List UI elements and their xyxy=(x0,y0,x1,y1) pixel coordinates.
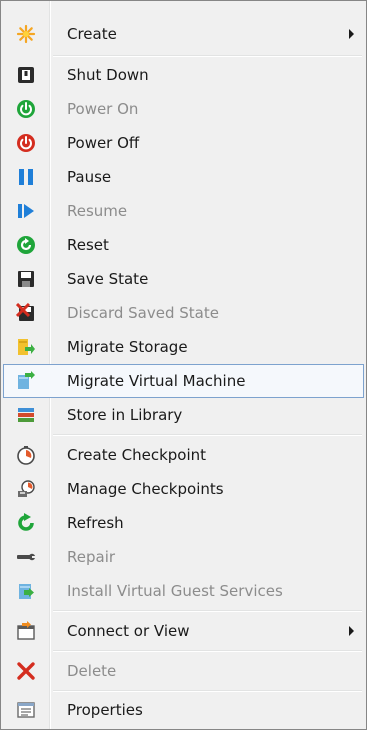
menu-item-label: Delete xyxy=(67,662,117,680)
create-icon xyxy=(16,24,36,44)
install-guest-services-icon xyxy=(16,581,36,601)
menu-item-migrate-virtual-machine[interactable]: Migrate Virtual Machine xyxy=(3,364,364,398)
separator-highlight xyxy=(53,691,362,692)
submenu-arrow-icon xyxy=(349,626,354,636)
menu-item-save-state[interactable]: Save State xyxy=(3,262,364,296)
save-state-icon xyxy=(16,269,36,289)
menu-item-refresh[interactable]: Refresh xyxy=(3,506,364,540)
menu-item-create[interactable]: Create xyxy=(3,17,364,51)
separator-highlight xyxy=(53,611,362,612)
manage-checkpoints-icon xyxy=(16,479,36,499)
menu-item-discard-saved-state[interactable]: Discard Saved State xyxy=(3,296,364,330)
menu-item-pause[interactable]: Pause xyxy=(3,160,364,194)
menu-item-label: Shut Down xyxy=(67,66,149,84)
context-menu: Create Shut Down Power On Power Off Paus… xyxy=(0,0,367,730)
menu-item-label: Save State xyxy=(67,270,149,288)
shut-down-icon xyxy=(16,65,36,85)
menu-item-label: Repair xyxy=(67,548,116,566)
menu-item-label: Power Off xyxy=(67,134,140,152)
menu-item-manage-checkpoints[interactable]: Manage Checkpoints xyxy=(3,472,364,506)
separator-highlight xyxy=(53,56,362,57)
submenu-arrow-icon xyxy=(349,29,354,39)
menu-item-install-virtual-guest-services[interactable]: Install Virtual Guest Services xyxy=(3,574,364,608)
menu-item-label: Create Checkpoint xyxy=(67,446,207,464)
menu-item-label: Migrate Virtual Machine xyxy=(67,372,246,390)
menu-item-label: Resume xyxy=(67,202,128,220)
menu-item-label: Power On xyxy=(67,100,139,118)
discard-saved-state-icon xyxy=(16,303,36,323)
power-on-icon xyxy=(16,99,36,119)
menu-item-properties[interactable]: Properties xyxy=(3,693,364,727)
menu-item-shut-down[interactable]: Shut Down xyxy=(3,58,364,92)
menu-item-resume[interactable]: Resume xyxy=(3,194,364,228)
separator-highlight xyxy=(53,651,362,652)
refresh-icon xyxy=(16,513,36,533)
menu-item-label: Pause xyxy=(67,168,112,186)
create-checkpoint-icon xyxy=(16,445,36,465)
pause-icon xyxy=(16,167,36,187)
delete-icon xyxy=(16,661,36,681)
menu-item-store-in-library[interactable]: Store in Library xyxy=(3,398,364,432)
resume-icon xyxy=(16,201,36,221)
menu-item-label: Migrate Storage xyxy=(67,338,188,356)
properties-icon xyxy=(16,700,36,720)
power-off-icon xyxy=(16,133,36,153)
menu-item-power-off[interactable]: Power Off xyxy=(3,126,364,160)
menu-item-migrate-storage[interactable]: Migrate Storage xyxy=(3,330,364,364)
menu-item-power-on[interactable]: Power On xyxy=(3,92,364,126)
menu-item-label: Connect or View xyxy=(67,622,190,640)
menu-item-connect-or-view[interactable]: Connect or View xyxy=(3,614,364,648)
store-in-library-icon xyxy=(16,405,36,425)
menu-item-create-checkpoint[interactable]: Create Checkpoint xyxy=(3,438,364,472)
menu-item-label: Manage Checkpoints xyxy=(67,480,224,498)
menu-item-delete[interactable]: Delete xyxy=(3,654,364,688)
migrate-storage-icon xyxy=(16,337,36,357)
menu-item-label: Reset xyxy=(67,236,109,254)
menu-item-label: Create xyxy=(67,25,117,43)
menu-item-label: Store in Library xyxy=(67,406,183,424)
menu-item-reset[interactable]: Reset xyxy=(3,228,364,262)
reset-icon xyxy=(16,235,36,255)
menu-item-label: Properties xyxy=(67,701,143,719)
migrate-vm-icon xyxy=(16,371,36,391)
menu-item-label: Install Virtual Guest Services xyxy=(67,582,283,600)
connect-or-view-icon xyxy=(16,621,36,641)
menu-item-label: Discard Saved State xyxy=(67,304,219,322)
separator-highlight xyxy=(53,435,362,436)
repair-icon xyxy=(16,547,36,567)
menu-item-repair[interactable]: Repair xyxy=(3,540,364,574)
menu-item-label: Refresh xyxy=(67,514,124,532)
